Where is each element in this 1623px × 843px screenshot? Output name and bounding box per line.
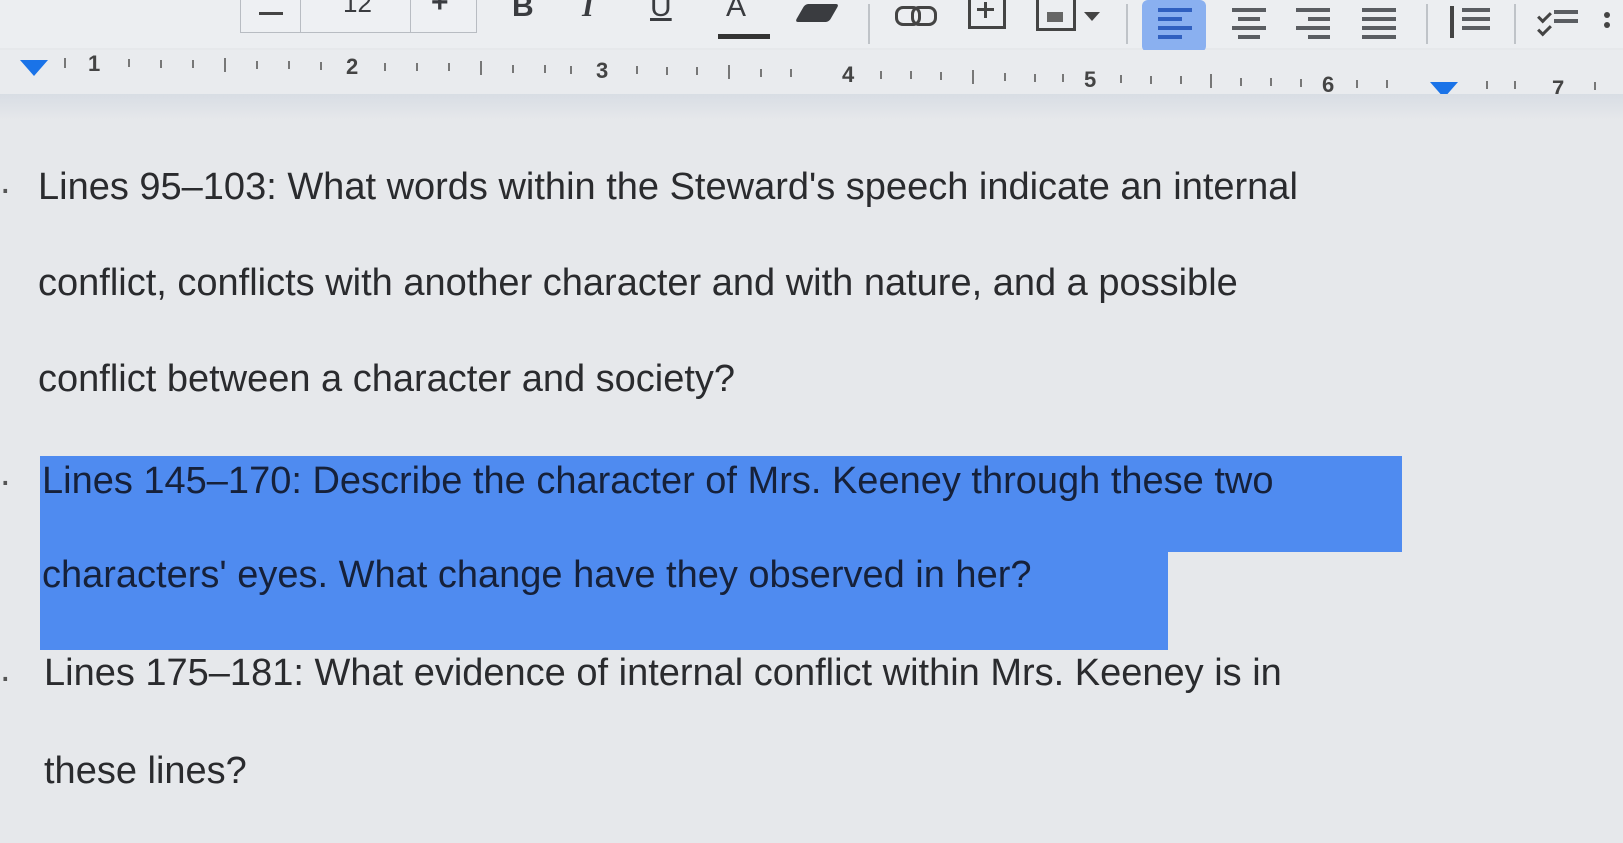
question-1-line-2[interactable]: conflict, conflicts with another charact…	[38, 264, 1238, 302]
ruler-tick	[1514, 81, 1516, 89]
align-right-icon[interactable]	[1296, 8, 1330, 44]
ruler-tick	[384, 63, 386, 71]
more-options-icon[interactable]	[1604, 12, 1610, 42]
ruler-tick	[192, 60, 194, 68]
ruler-tick	[416, 63, 418, 71]
ruler-tick	[790, 69, 792, 77]
toolbar-divider	[1426, 4, 1428, 44]
ruler-tick	[570, 66, 572, 74]
ruler-tick	[1062, 74, 1064, 82]
ruler-tick	[1240, 78, 1242, 86]
ruler-tick	[1300, 79, 1302, 87]
question-2-line-1[interactable]: Lines 145–170: Describe the character of…	[42, 462, 1274, 500]
ruler-tick	[288, 61, 290, 69]
ruler-tick	[1120, 75, 1122, 83]
ruler-tick	[224, 58, 226, 72]
image-dropdown-chevron-down-icon[interactable]	[1084, 12, 1100, 21]
list-marker: .	[0, 160, 11, 202]
ruler-tick	[544, 65, 546, 73]
ruler-tick	[1486, 81, 1488, 89]
ruler-number: 2	[346, 54, 359, 79]
ruler-tick	[880, 71, 882, 79]
ruler-number: 5	[1084, 67, 1097, 92]
ruler-shadow	[0, 94, 1623, 120]
link-icon[interactable]	[895, 6, 937, 26]
ruler-tick	[64, 58, 66, 68]
question-1-line-3[interactable]: conflict between a character and society…	[38, 360, 735, 398]
ruler-tick	[760, 69, 762, 77]
ruler-tick	[160, 60, 162, 68]
ruler-tick	[256, 61, 258, 69]
left-indent-marker[interactable]	[20, 60, 48, 76]
font-size-field[interactable]: 12	[300, 0, 412, 33]
ruler-tick	[512, 65, 514, 73]
underline-button[interactable]: U	[650, 0, 672, 24]
formatting-toolbar: 12 + B I U A	[0, 0, 1623, 52]
toolbar-divider	[868, 4, 870, 44]
decrease-font-size-button[interactable]	[240, 0, 302, 33]
ruler-tick	[696, 67, 698, 75]
toolbar-divider	[1514, 4, 1516, 44]
ruler-tick	[972, 70, 974, 84]
align-left-button[interactable]	[1142, 0, 1206, 52]
image-icon[interactable]	[1036, 0, 1076, 31]
font-size-value: 12	[343, 0, 372, 18]
ruler-tick	[636, 66, 638, 74]
toolbar-divider	[1126, 4, 1128, 44]
list-marker: .	[0, 648, 11, 690]
ruler-tick	[320, 62, 322, 70]
plus-icon: +	[431, 0, 449, 19]
text-color-button[interactable]: A	[716, 0, 772, 40]
text-color-icon: A	[726, 0, 747, 23]
ruler-tick	[1180, 76, 1182, 84]
ruler-tick	[1034, 74, 1036, 82]
list-marker: .	[0, 452, 11, 494]
question-1-line-1[interactable]: Lines 95–103: What words within the Stew…	[38, 168, 1298, 206]
increase-font-size-button[interactable]: +	[410, 0, 477, 33]
ruler-tick	[480, 61, 482, 75]
question-3-line-2[interactable]: these lines?	[44, 752, 247, 790]
ruler-tick	[1386, 80, 1388, 88]
ruler-tick	[448, 63, 450, 71]
ruler-tick	[1210, 74, 1212, 88]
question-3-line-1[interactable]: Lines 175–181: What evidence of internal…	[44, 654, 1282, 692]
ruler-tick	[940, 72, 942, 80]
comment-icon[interactable]	[968, 0, 1006, 29]
ruler-tick	[1150, 76, 1152, 84]
bold-button[interactable]: B	[512, 0, 534, 24]
minus-icon	[259, 12, 283, 15]
ruler-number: 3	[596, 58, 609, 83]
text-color-swatch	[718, 34, 770, 39]
ruler-number: 1	[88, 51, 101, 76]
line-spacing-icon[interactable]	[1448, 4, 1494, 42]
question-2-line-2[interactable]: characters' eyes. What change have they …	[42, 556, 1031, 594]
ruler[interactable]: 1 2 3 4 5 6 7	[0, 50, 1623, 101]
ruler-tick	[1270, 78, 1272, 86]
align-left-icon	[1158, 8, 1192, 44]
align-center-icon[interactable]	[1232, 8, 1266, 44]
ruler-number: 4	[842, 62, 855, 87]
highlight-pen-icon[interactable]	[794, 4, 840, 22]
ruler-tick	[1594, 82, 1596, 90]
ruler-tick	[728, 65, 730, 79]
checklist-icon[interactable]	[1537, 8, 1582, 38]
ruler-tick	[1356, 80, 1358, 88]
ruler-tick	[910, 71, 912, 79]
ruler-tick	[666, 67, 668, 75]
italic-button[interactable]: I	[582, 0, 594, 24]
ruler-tick	[1004, 73, 1006, 81]
justify-icon[interactable]	[1362, 8, 1396, 44]
ruler-tick	[128, 59, 130, 67]
